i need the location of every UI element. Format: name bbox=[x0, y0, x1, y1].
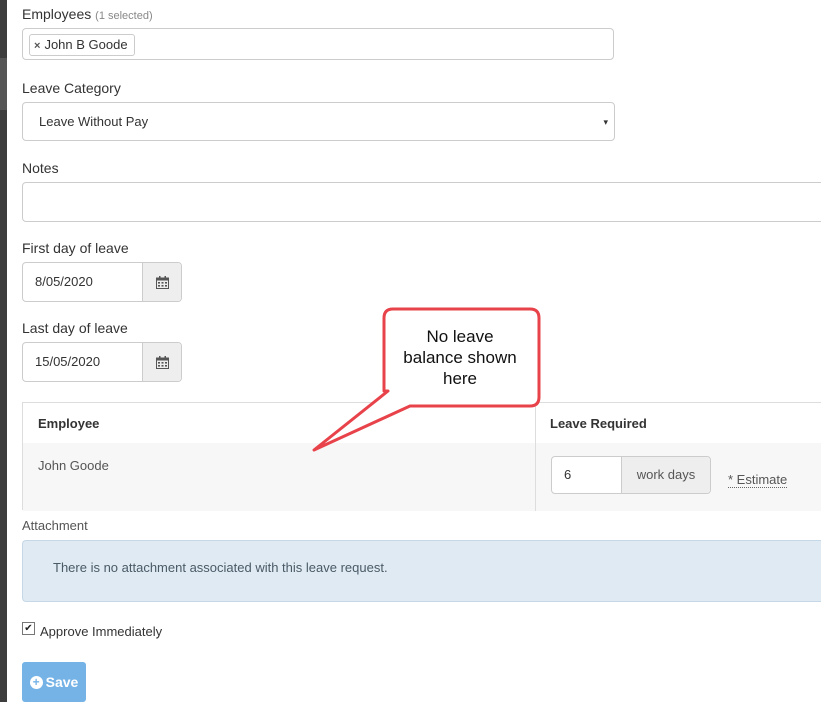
callout-text: No leave balance shown here bbox=[388, 326, 532, 389]
callout-line: No leave bbox=[426, 327, 494, 346]
callout-line: balance shown bbox=[403, 348, 517, 367]
callout-line: here bbox=[442, 369, 478, 388]
